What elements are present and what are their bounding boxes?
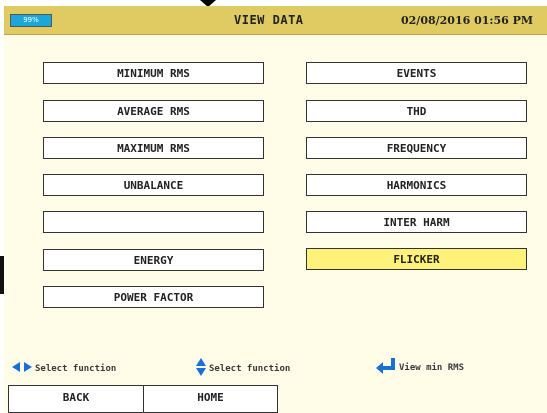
title-bar: 99% VIEW DATA 02/08/2016 01:56 PM	[4, 6, 547, 35]
help-up-down-text: Select function	[209, 364, 291, 374]
instrument-screen: 99% VIEW DATA 02/08/2016 01:56 PM MINIMU…	[4, 6, 547, 413]
date-time: 02/08/2016 01:56 PM	[401, 14, 534, 27]
help-left-right-text: Select function	[35, 364, 117, 374]
power-factor-button[interactable]: POWER FACTOR	[43, 286, 264, 308]
battery-icon: 99%	[10, 14, 52, 27]
harmonics-button[interactable]: HARMONICS	[306, 174, 527, 196]
energy-button[interactable]: ENERGY	[43, 249, 264, 271]
flicker-button[interactable]: FLICKER	[306, 248, 527, 270]
page-title: VIEW DATA	[234, 13, 304, 27]
back-softkey[interactable]: BACK	[8, 385, 144, 413]
left-right-arrows-icon	[12, 362, 32, 375]
empty-button[interactable]	[43, 211, 264, 233]
thd-button[interactable]: THD	[306, 100, 527, 122]
home-softkey[interactable]: HOME	[143, 385, 278, 413]
average-rms-button[interactable]: AVERAGE RMS	[43, 100, 264, 122]
up-down-arrows-icon	[196, 358, 206, 379]
help-up-down: Select function	[196, 358, 290, 379]
inter-harm-button[interactable]: INTER HARM	[306, 211, 527, 233]
events-button[interactable]: EVENTS	[306, 62, 527, 84]
unbalance-button[interactable]: UNBALANCE	[43, 174, 264, 196]
maximum-rms-button[interactable]: MAXIMUM RMS	[43, 137, 264, 159]
help-enter-text: View min RMS	[399, 363, 465, 373]
help-left-right: Select function	[12, 362, 116, 375]
battery-percent: 99%	[23, 16, 39, 24]
minimum-rms-button[interactable]: MINIMUM RMS	[43, 62, 264, 84]
help-enter: View min RMS	[376, 358, 464, 377]
frequency-button[interactable]: FREQUENCY	[306, 137, 527, 159]
enter-key-icon	[376, 358, 396, 377]
